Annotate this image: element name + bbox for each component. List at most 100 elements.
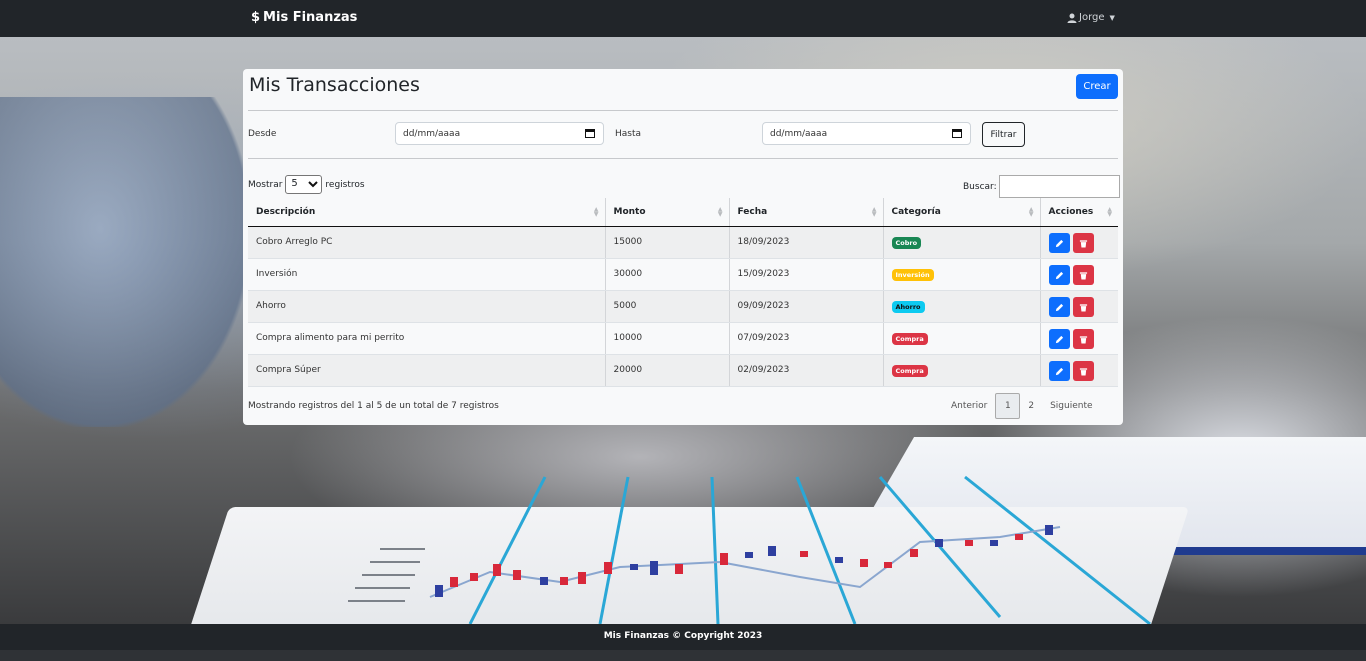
trash-icon [1079, 367, 1087, 376]
edit-button[interactable] [1048, 297, 1070, 317]
column-header-acciones[interactable]: Acciones ▲ ▼ [1040, 198, 1118, 227]
footer: Mis Finanzas © Copyright 2023 [0, 624, 1366, 650]
pencil-icon [1055, 367, 1063, 375]
navbar: $ Mis Finanzas Jorge ▼ [0, 0, 1366, 37]
show-label: Mostrar [248, 179, 283, 190]
edit-button[interactable] [1048, 233, 1070, 253]
table-row: Ahorro 5000 09/09/2023 Ahorro [248, 290, 1118, 323]
brand-label: Mis Finanzas [263, 10, 358, 25]
table-row: Compra Súper 20000 02/09/2023 Compra [248, 354, 1118, 387]
cell-categoria: Ahorro [883, 290, 1041, 323]
calendar-icon [952, 129, 962, 138]
edit-button[interactable] [1048, 361, 1070, 381]
sort-icon: ▲ ▼ [1028, 206, 1034, 218]
search-input[interactable] [998, 175, 1120, 198]
cell-monto: 5000 [605, 290, 730, 323]
sort-icon: ▲ ▼ [717, 206, 723, 218]
pencil-icon [1055, 239, 1063, 247]
trash-icon [1079, 239, 1087, 248]
cell-categoria: Compra [883, 354, 1041, 387]
cell-acciones [1040, 226, 1118, 259]
cell-fecha: 15/09/2023 [729, 258, 884, 291]
divider [248, 110, 1118, 111]
cell-fecha: 07/09/2023 [729, 322, 884, 355]
cell-descripcion: Inversión [248, 258, 606, 291]
cell-categoria: Inversión [883, 258, 1041, 291]
cell-fecha: 02/09/2023 [729, 354, 884, 387]
cell-categoria: Compra [883, 322, 1041, 355]
cell-monto: 15000 [605, 226, 730, 259]
category-badge: Ahorro [891, 301, 925, 313]
pagination-page-1[interactable]: 1 [995, 393, 1021, 419]
divider [248, 158, 1118, 159]
page-length-control: Mostrar 5 registros [248, 175, 365, 194]
edit-button[interactable] [1048, 329, 1070, 349]
search-label: Buscar: [963, 181, 997, 192]
user-dropdown[interactable]: Jorge ▼ [1067, 12, 1115, 23]
pagination-page-2[interactable]: 2 [1020, 393, 1042, 419]
column-header-monto[interactable]: Monto ▲ ▼ [605, 198, 730, 227]
footer-text: Mis Finanzas © Copyright 2023 [603, 631, 763, 641]
category-badge: Cobro [891, 237, 922, 249]
dollar-sign-icon: $ [251, 10, 261, 25]
to-label: Hasta [615, 129, 642, 139]
cell-descripcion: Compra Súper [248, 354, 606, 387]
user-name: Jorge [1079, 12, 1105, 23]
calendar-icon [585, 129, 595, 138]
page-title: Mis Transacciones [249, 74, 420, 96]
from-label: Desde [248, 129, 277, 139]
column-header-categoria[interactable]: Categoría ▲ ▼ [883, 198, 1041, 227]
to-date-input[interactable]: dd/mm/aaaa [762, 122, 971, 145]
person-icon [1067, 13, 1077, 23]
chevron-down-icon [308, 181, 319, 188]
delete-button[interactable] [1072, 361, 1094, 381]
pagination-next[interactable]: Siguiente [1042, 393, 1100, 419]
from-date-input[interactable]: dd/mm/aaaa [395, 122, 604, 145]
pencil-icon [1055, 335, 1063, 343]
from-date-placeholder: dd/mm/aaaa [403, 129, 461, 139]
trash-icon [1079, 271, 1087, 280]
category-badge: Inversión [891, 269, 934, 281]
trash-icon [1079, 335, 1087, 344]
column-header-fecha[interactable]: Fecha ▲ ▼ [729, 198, 884, 227]
table-row: Compra alimento para mi perrito 10000 07… [248, 322, 1118, 355]
category-badge: Compra [891, 365, 928, 377]
delete-button[interactable] [1072, 329, 1094, 349]
filter-button[interactable]: Filtrar [982, 122, 1025, 147]
cell-acciones [1040, 322, 1118, 355]
table-row: Inversión 30000 15/09/2023 Inversión [248, 258, 1118, 291]
cell-descripcion: Cobro Arreglo PC [248, 226, 606, 259]
delete-button[interactable] [1072, 233, 1094, 253]
brand-link[interactable]: $ Mis Finanzas [251, 10, 357, 25]
cell-monto: 30000 [605, 258, 730, 291]
pagination: Anterior 1 2 Siguiente [943, 393, 1101, 419]
cell-monto: 20000 [605, 354, 730, 387]
edit-button[interactable] [1048, 265, 1070, 285]
sort-icon: ▲ ▼ [1107, 206, 1112, 218]
cell-fecha: 09/09/2023 [729, 290, 884, 323]
to-date-placeholder: dd/mm/aaaa [770, 129, 828, 139]
trash-icon [1079, 303, 1087, 312]
cell-acciones [1040, 290, 1118, 323]
transactions-table: Descripción ▲ ▼ Monto ▲ ▼ Fecha ▲ ▼ Categoría ▲… [248, 198, 1118, 387]
delete-button[interactable] [1072, 297, 1094, 317]
table-info: Mostrando registros del 1 al 5 de un tot… [248, 401, 499, 411]
category-badge: Compra [891, 333, 928, 345]
cell-acciones [1040, 258, 1118, 291]
table-row: Cobro Arreglo PC 15000 18/09/2023 Cobro [248, 226, 1118, 259]
delete-button[interactable] [1072, 265, 1094, 285]
create-button[interactable]: Crear [1076, 74, 1118, 99]
chevron-down-icon: ▼ [1109, 13, 1115, 22]
page-length-value: 5 [291, 178, 298, 189]
transactions-card: Mis Transacciones Crear Desde dd/mm/aaaa… [243, 69, 1123, 425]
cell-descripcion: Compra alimento para mi perrito [248, 322, 606, 355]
pagination-prev[interactable]: Anterior [943, 393, 995, 419]
page-length-select[interactable]: 5 [285, 175, 323, 194]
cell-acciones [1040, 354, 1118, 387]
cell-descripcion: Ahorro [248, 290, 606, 323]
sort-icon: ▲ ▼ [593, 206, 599, 218]
records-label: registros [325, 179, 365, 190]
cell-categoria: Cobro [883, 226, 1041, 259]
pencil-icon [1055, 271, 1063, 279]
column-header-descripcion[interactable]: Descripción ▲ ▼ [248, 198, 606, 227]
